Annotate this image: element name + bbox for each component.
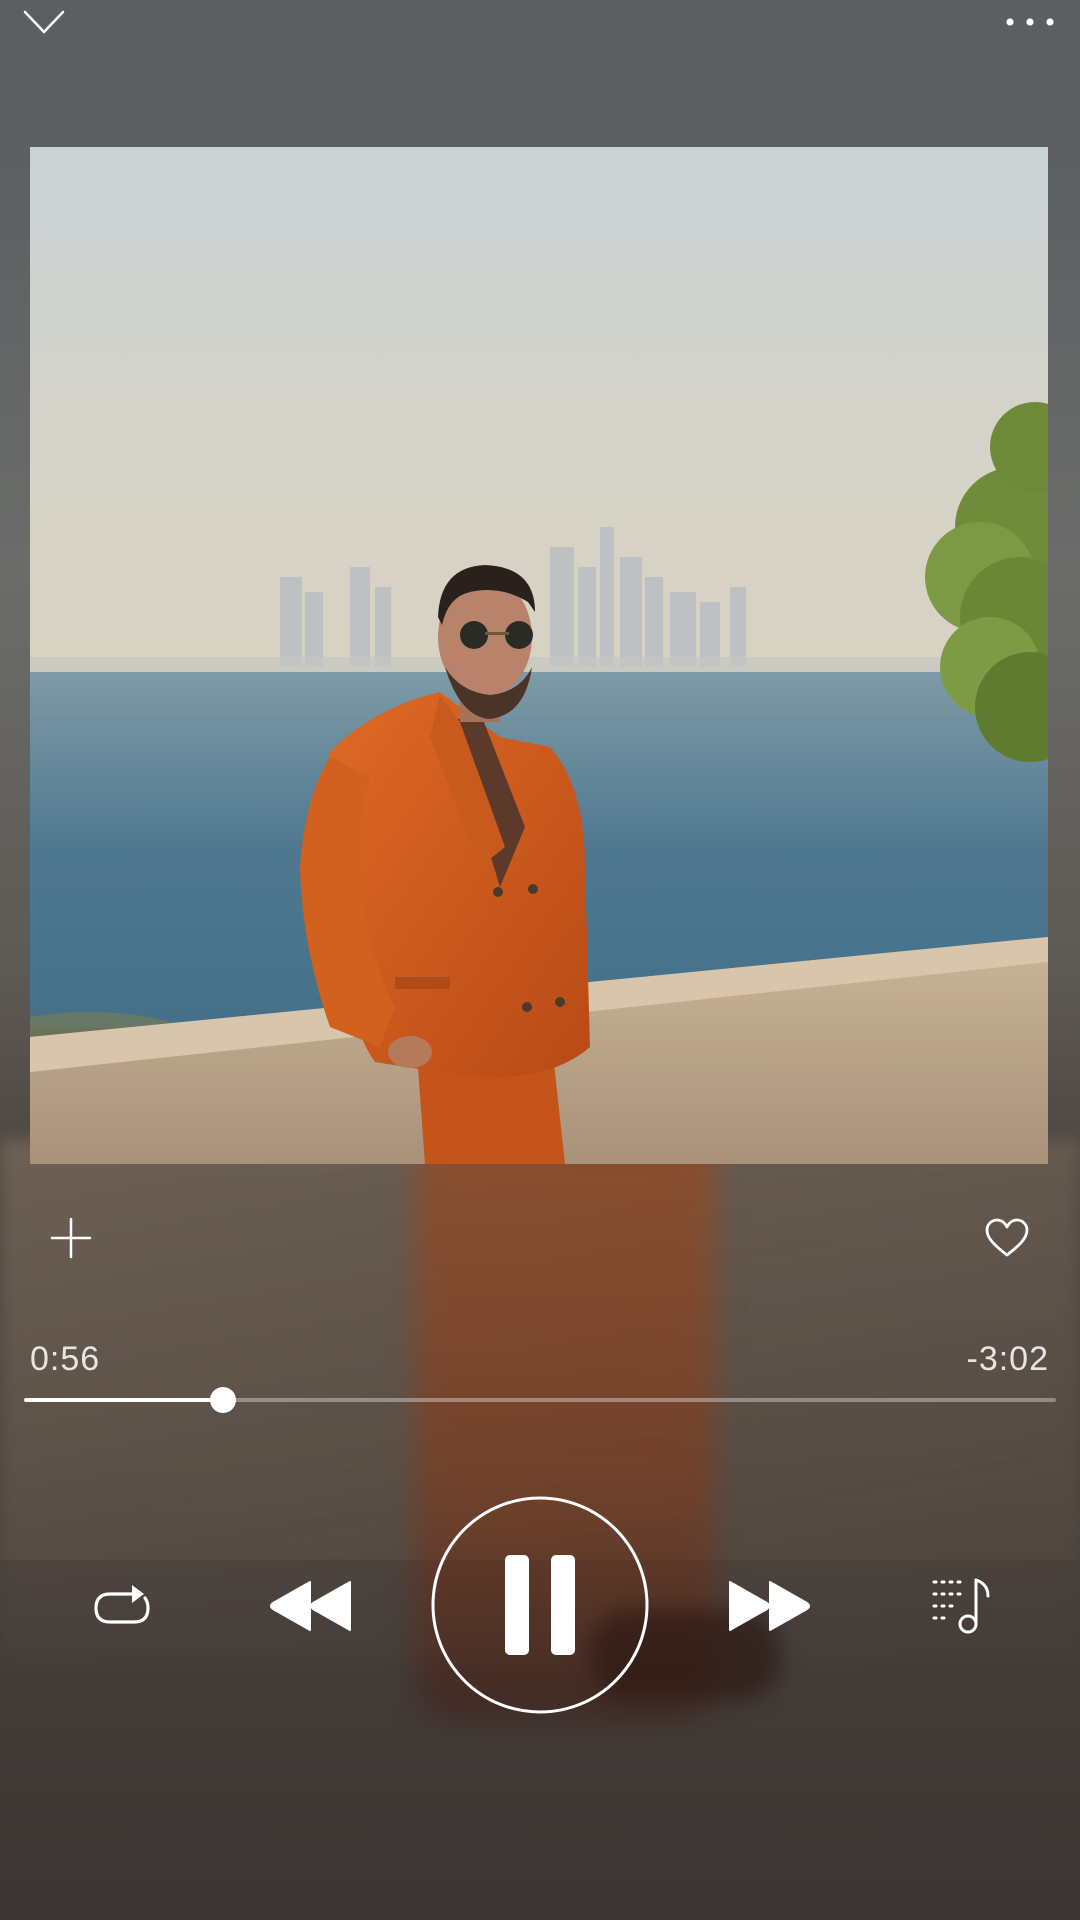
music-player-screen: 0:56 -3:02 — [0, 0, 1080, 1920]
chevron-down-icon[interactable] — [22, 6, 66, 36]
pause-icon[interactable] — [430, 1495, 650, 1715]
progress-bar[interactable] — [24, 1387, 1056, 1413]
playlist-icon[interactable] — [930, 1574, 994, 1636]
heart-icon[interactable] — [982, 1213, 1032, 1263]
repeat-icon[interactable] — [88, 1578, 156, 1634]
fast-forward-icon[interactable] — [726, 1578, 812, 1634]
album-artwork — [30, 147, 1048, 1164]
plus-icon[interactable] — [46, 1213, 96, 1263]
elapsed-time: 0:56 — [30, 1340, 101, 1378]
rewind-icon[interactable] — [268, 1578, 354, 1634]
more-dots-icon[interactable] — [1002, 10, 1058, 40]
remaining-time: -3:02 — [966, 1340, 1049, 1378]
top-bar — [0, 0, 1080, 60]
progress-fill — [24, 1398, 224, 1402]
progress-thumb[interactable] — [210, 1387, 237, 1413]
